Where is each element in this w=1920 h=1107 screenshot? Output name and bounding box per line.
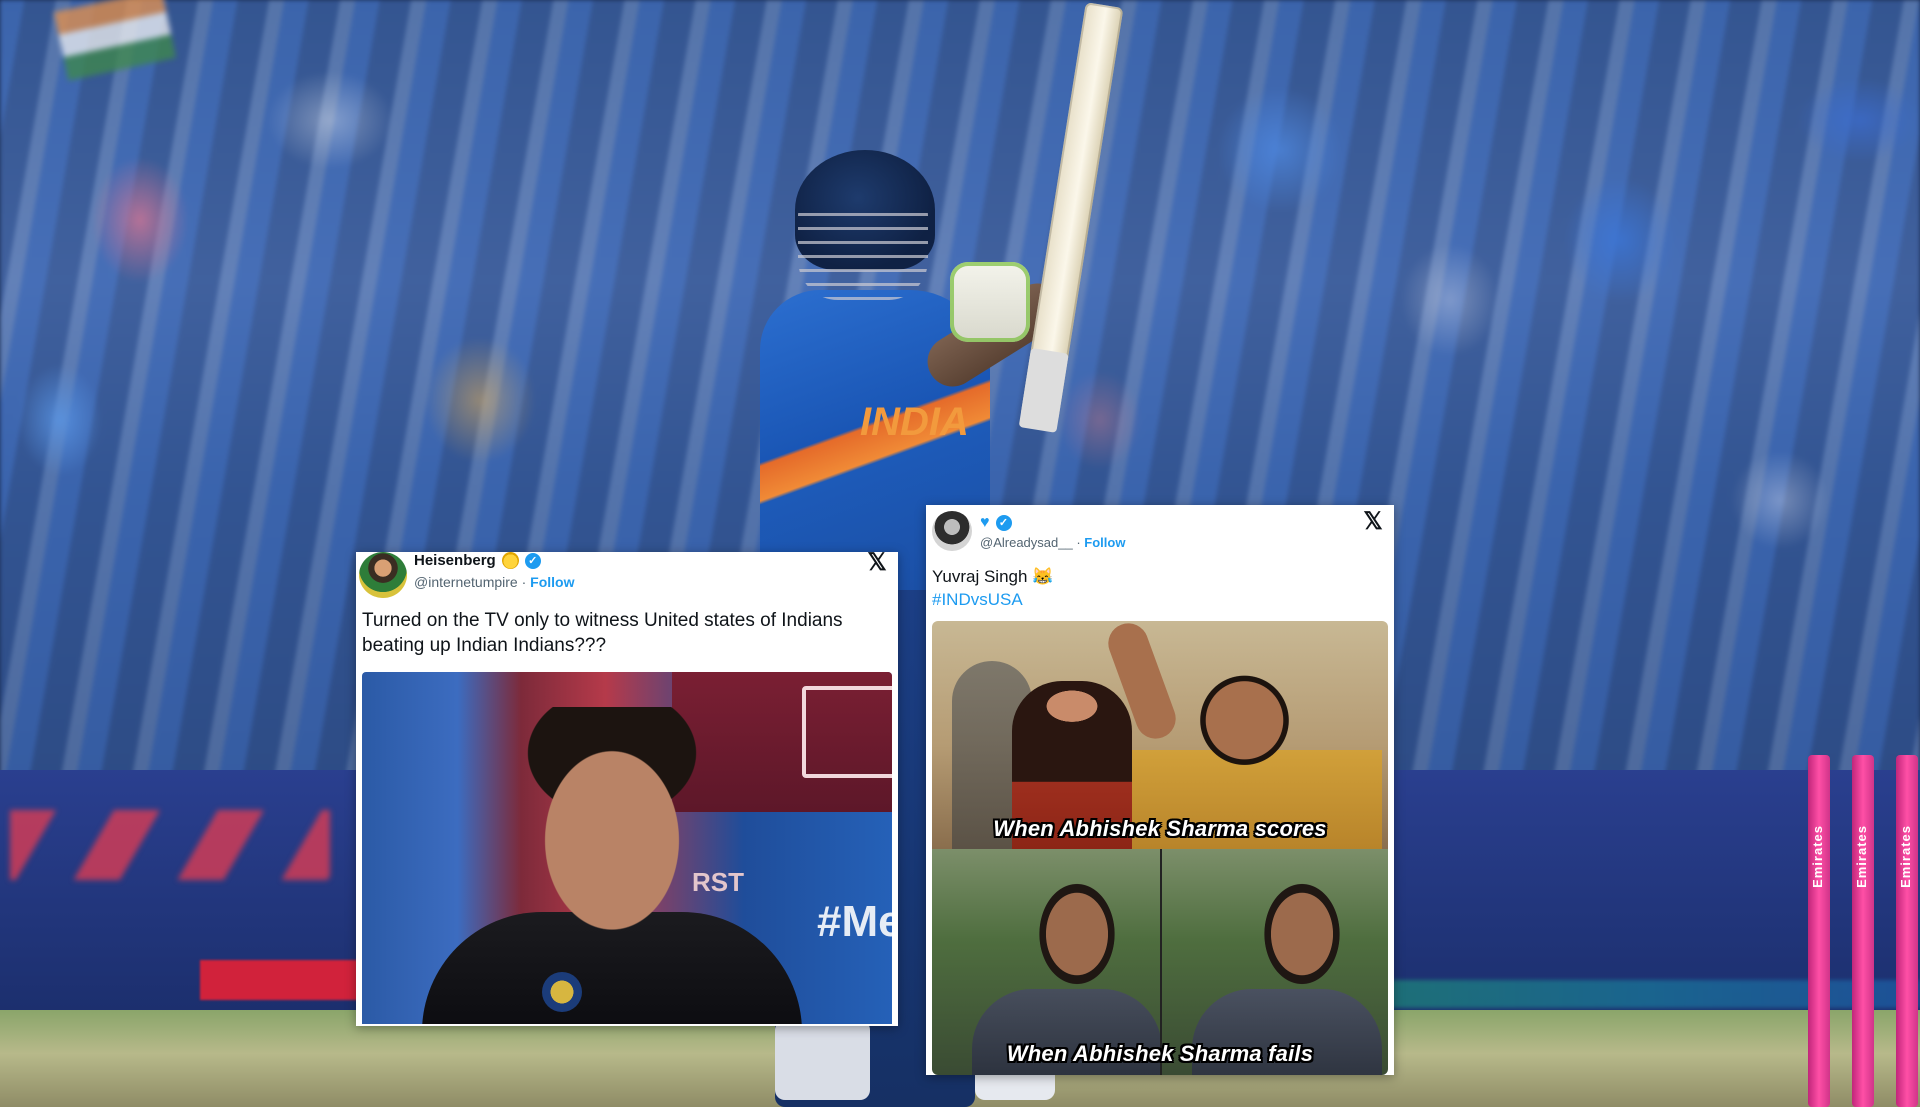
verified-badge-icon: ✓: [995, 515, 1012, 531]
leg-pad-left: [775, 1020, 870, 1100]
handle-row: @internetumpire · Follow: [414, 574, 574, 590]
tweet-text: Yuvraj Singh 😹 #INDvsUSA: [932, 565, 1372, 611]
board-red-block: [200, 960, 380, 1000]
person-face: [1022, 869, 1132, 999]
handle[interactable]: @Alreadysad__: [980, 535, 1073, 550]
jersey-text: #Men: [817, 897, 892, 946]
tweet-media-image[interactable]: When Abhishek Sharma scores When Abhishe…: [932, 621, 1388, 1075]
handle-row: @Alreadysad__ · Follow: [980, 535, 1125, 550]
meme-caption-bottom: When Abhishek Sharma fails: [1006, 1041, 1314, 1066]
separator: ·: [1076, 535, 1081, 550]
avatar[interactable]: [932, 511, 972, 551]
handle[interactable]: @internetumpire: [414, 574, 518, 590]
stump-brand-text: Emirates: [1810, 825, 1825, 888]
author-name-row: ♥ ✓: [980, 515, 1012, 531]
bat-grip: [1018, 347, 1069, 433]
follow-button[interactable]: Follow: [1084, 535, 1125, 550]
avatar[interactable]: [359, 552, 407, 598]
signage-box: [802, 686, 892, 778]
helmet-grille: [798, 205, 928, 300]
meme-caption-top: When Abhishek Sharma scores: [993, 816, 1327, 841]
author-name-row: Heisenberg ✓: [414, 552, 541, 569]
stump-brand-text: Emirates: [1854, 825, 1869, 888]
stump: Emirates: [1852, 755, 1874, 1107]
batting-glove: [950, 262, 1030, 342]
board-text: RST: [692, 867, 744, 897]
person-face: [517, 707, 707, 937]
separator: ·: [521, 574, 527, 590]
stump: Emirates: [1808, 755, 1830, 1107]
follow-button[interactable]: Follow: [530, 574, 574, 590]
x-logo-icon[interactable]: 𝕏: [866, 551, 888, 575]
tweet-card-heisenberg[interactable]: Heisenberg ✓ @internetumpire · Follow 𝕏 …: [356, 551, 898, 1026]
meme-top-panel: When Abhishek Sharma scores: [932, 621, 1388, 849]
stump: Emirates: [1896, 755, 1918, 1107]
board-graphic: [10, 810, 330, 880]
stumps: Emirates Emirates Emirates: [1808, 755, 1920, 1107]
hashtag-link[interactable]: #INDvsUSA: [932, 588, 1372, 611]
tweet-text-line: Yuvraj Singh 😹: [932, 567, 1054, 586]
x-logo-icon[interactable]: 𝕏: [1362, 510, 1384, 534]
stump-brand-text: Emirates: [1898, 825, 1913, 888]
display-name[interactable]: Heisenberg: [414, 552, 496, 569]
jersey-team-text: INDIA: [860, 400, 969, 444]
tweet-text: Turned on the TV only to witness United …: [362, 610, 843, 656]
tweet-card-alreadysad[interactable]: ♥ ✓ @Alreadysad__ · Follow 𝕏 Yuvraj Sing…: [926, 505, 1394, 1075]
team-crest-icon: [542, 972, 582, 1012]
person-face: [1247, 869, 1357, 999]
verified-badge-icon: ✓: [524, 552, 541, 569]
smile-emoji-icon: [501, 552, 519, 569]
blue-heart-icon: ♥: [980, 514, 990, 531]
tweet-media-image[interactable]: RST #Men: [362, 672, 892, 1024]
